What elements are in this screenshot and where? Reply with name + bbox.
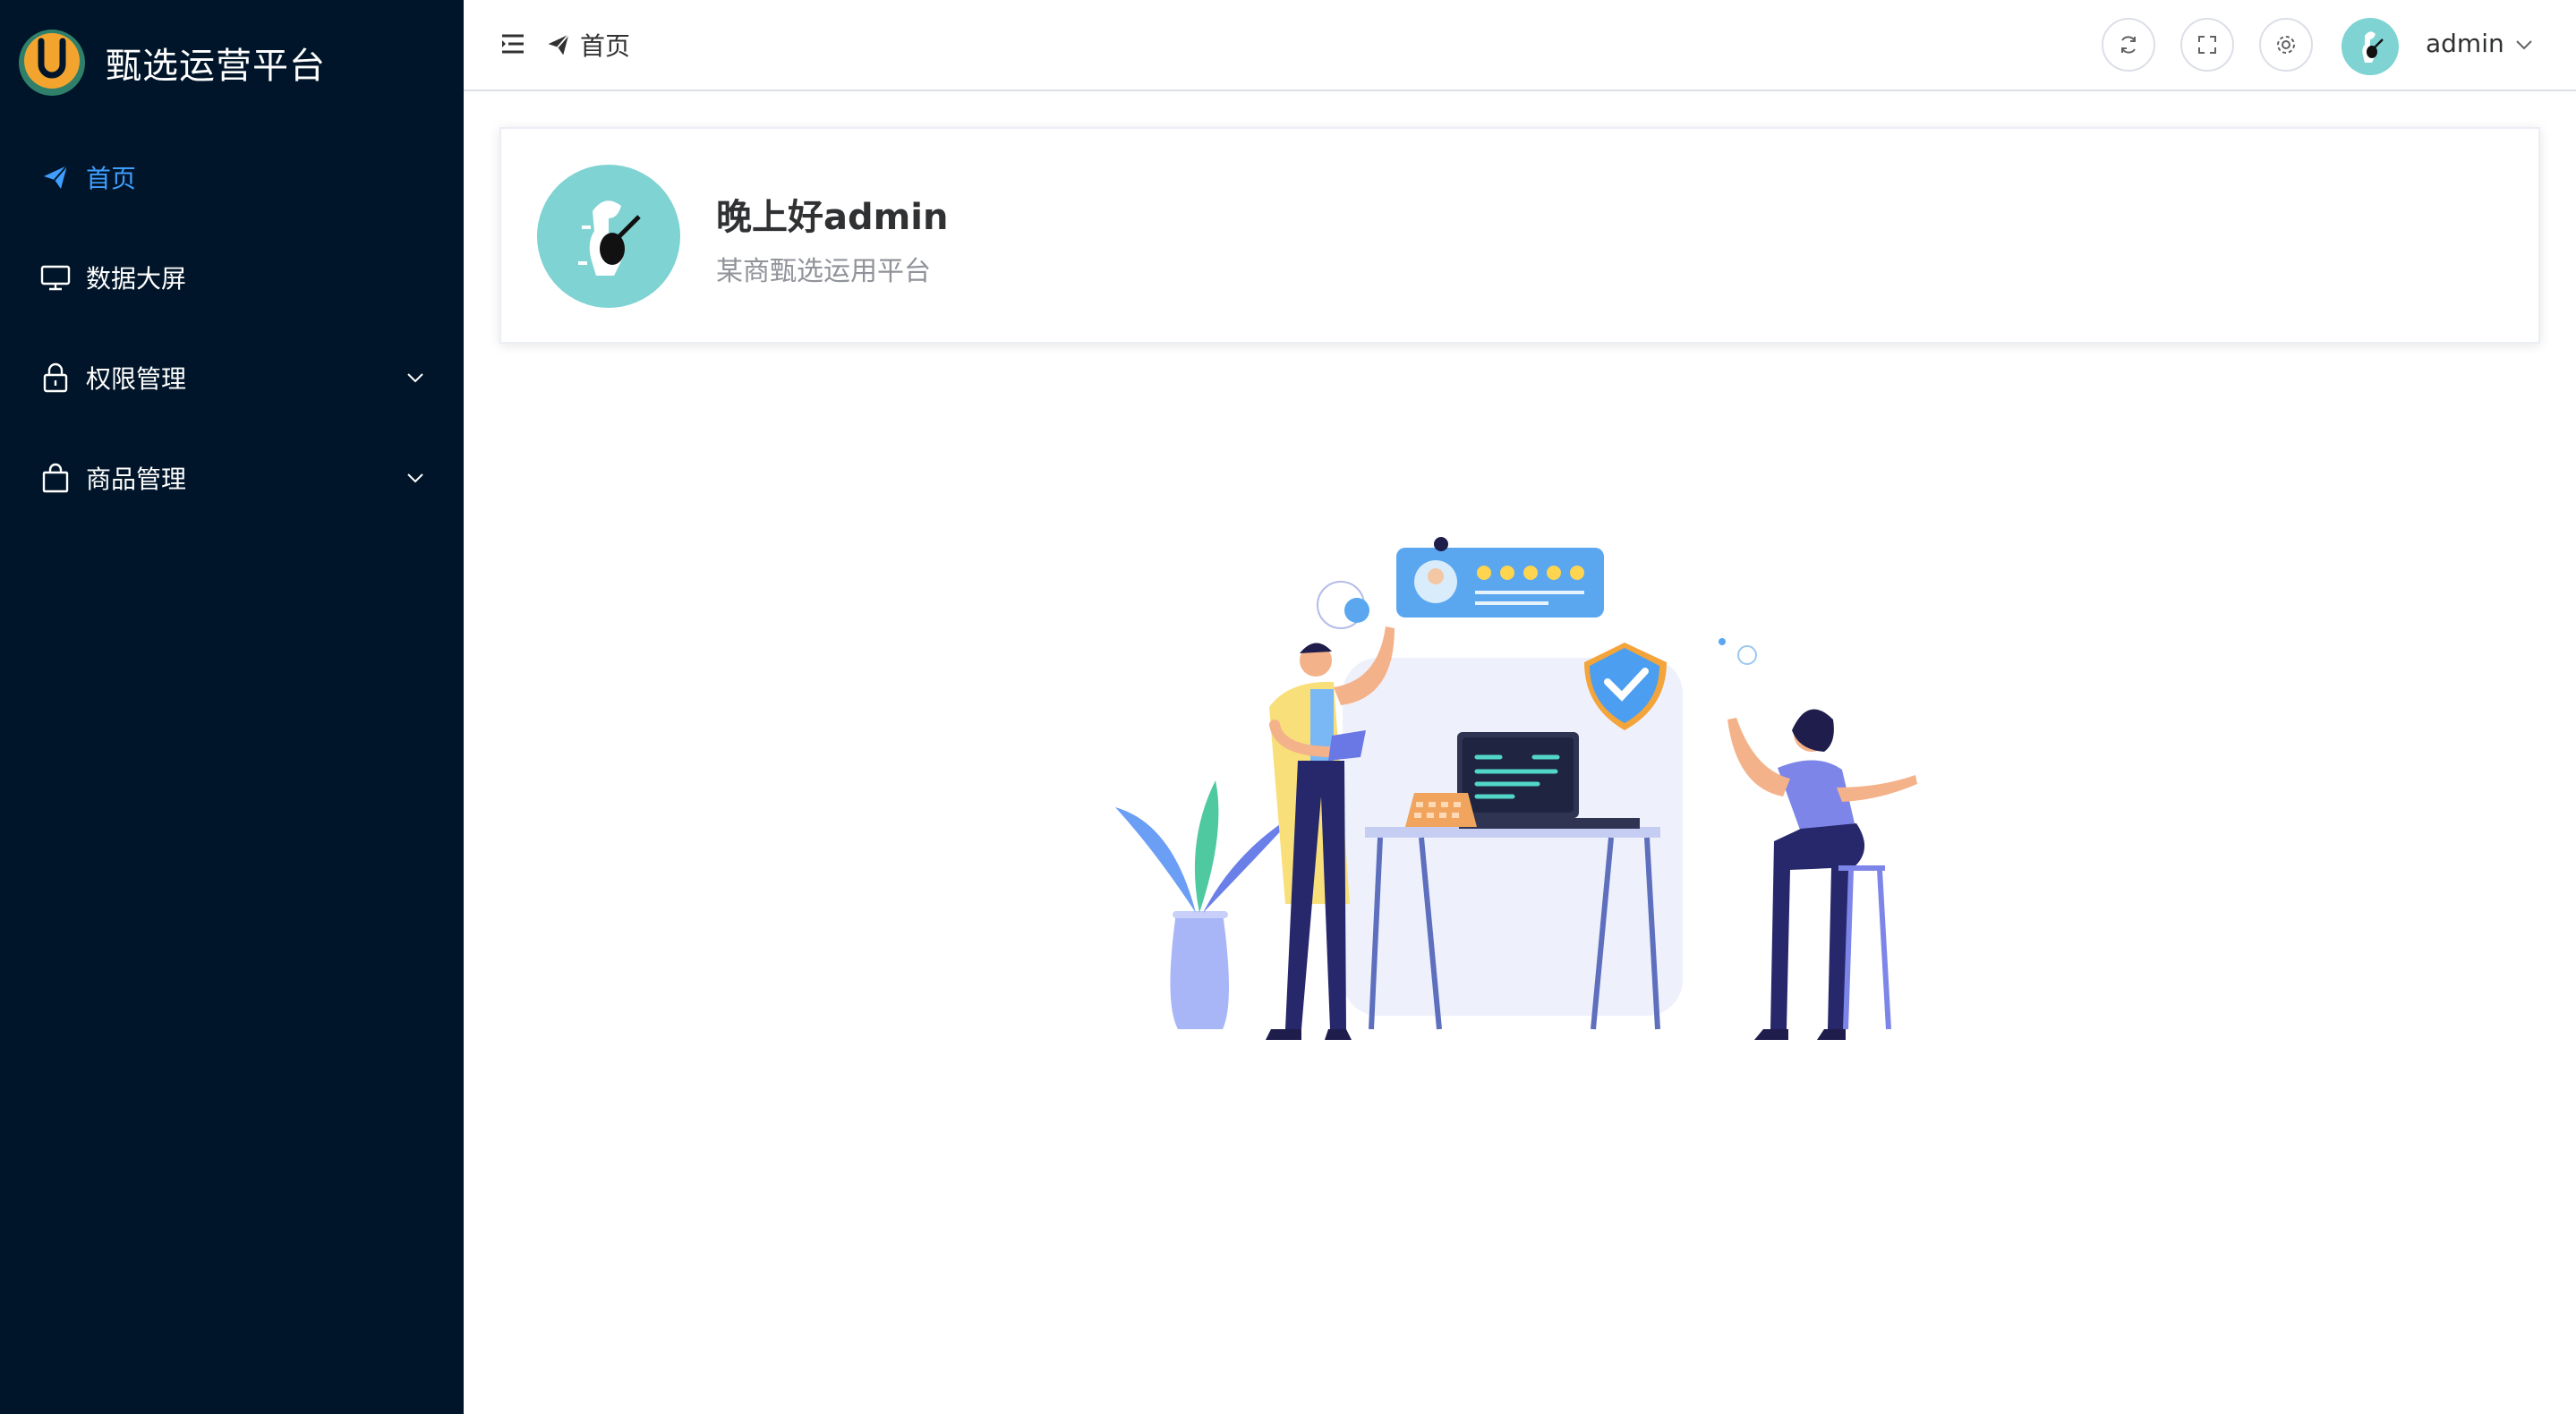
user-avatar[interactable] xyxy=(2341,18,2399,75)
paper-plane-icon xyxy=(39,161,72,193)
sidebar-item-label: 首页 xyxy=(86,164,137,193)
avatar-figure-icon xyxy=(537,165,680,308)
logo-icon xyxy=(19,30,85,96)
monitor-icon xyxy=(39,261,72,294)
refresh-button[interactable] xyxy=(2102,18,2155,72)
platform-subtitle: 某商甄选运用平台 xyxy=(716,256,931,287)
sidebar-item-label: 数据大屏 xyxy=(86,264,187,294)
app-title: 甄选运营平台 xyxy=(106,46,326,87)
sidebar-item-permissions[interactable]: 权限管理 xyxy=(0,328,464,428)
welcome-card: 晚上好admin 某商甄选运用平台 xyxy=(499,127,2540,344)
fullscreen-button[interactable] xyxy=(2180,18,2234,72)
breadcrumb-item[interactable]: 首页 xyxy=(580,27,630,63)
sidebar: 甄选运营平台 首页 数据大屏 权限管理 商品管理 xyxy=(0,0,464,1414)
user-name-dropdown[interactable]: admin xyxy=(2426,29,2504,58)
settings-icon xyxy=(2277,36,2295,54)
refresh-icon xyxy=(2121,36,2136,54)
top-header: 首页 admin xyxy=(464,0,2576,91)
chevron-down-icon xyxy=(407,373,423,383)
menu-fold-icon[interactable] xyxy=(499,30,526,57)
avatar-figure-icon xyxy=(2341,18,2399,75)
chevron-down-icon[interactable] xyxy=(2513,34,2535,55)
greeting-text: 晚上好admin xyxy=(716,197,949,238)
sidebar-item-home[interactable]: 首页 xyxy=(0,127,464,227)
brand[interactable]: 甄选运营平台 xyxy=(18,27,326,98)
breadcrumb: 首页 xyxy=(546,27,630,63)
fullscreen-icon xyxy=(2198,36,2216,54)
sidebar-item-label: 商品管理 xyxy=(86,464,187,494)
shopping-bag-icon xyxy=(39,462,72,494)
lock-icon xyxy=(39,362,72,394)
chevron-down-icon xyxy=(407,473,423,483)
avatar xyxy=(537,165,680,308)
paper-plane-icon xyxy=(548,34,570,55)
sidebar-item-label: 权限管理 xyxy=(86,364,187,394)
settings-button[interactable] xyxy=(2259,18,2313,72)
sidebar-menu: 首页 数据大屏 权限管理 商品管理 xyxy=(0,127,464,528)
sidebar-item-dashboard[interactable]: 数据大屏 xyxy=(0,227,464,328)
sidebar-item-products[interactable]: 商品管理 xyxy=(0,428,464,528)
team-illustration xyxy=(1115,537,1917,1040)
